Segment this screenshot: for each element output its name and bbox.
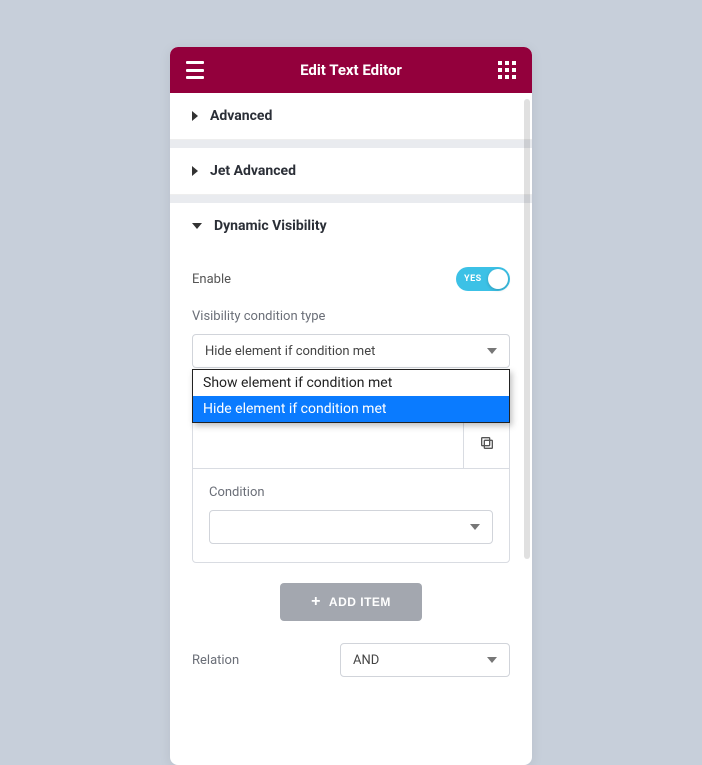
- copy-icon: [479, 435, 495, 451]
- vctype-option-show[interactable]: Show element if condition met: [193, 370, 509, 396]
- vctype-selected-text: Hide element if condition met: [205, 344, 375, 359]
- panel-header: Edit Text Editor: [170, 47, 532, 93]
- duplicate-button[interactable]: [463, 417, 509, 468]
- chevron-down-icon: [487, 657, 497, 663]
- enable-label: Enable: [192, 272, 231, 287]
- caret-right-icon: [192, 111, 198, 121]
- section-header-advanced[interactable]: Advanced: [170, 93, 532, 139]
- scrollbar[interactable]: [524, 99, 530, 559]
- plus-icon: +: [311, 594, 321, 610]
- vctype-select-wrap: Hide element if condition met Show eleme…: [192, 334, 510, 368]
- chevron-down-icon: [487, 348, 497, 354]
- vctype-select[interactable]: Hide element if condition met: [192, 334, 510, 368]
- condition-card-header: [193, 417, 509, 469]
- section-header-jet-advanced[interactable]: Jet Advanced: [170, 148, 532, 194]
- section-dynamic-visibility: Dynamic Visibility Enable YES Visibility…: [170, 203, 532, 699]
- condition-card-body: Condition: [193, 469, 509, 544]
- toggle-knob: [488, 269, 508, 289]
- section-jet-advanced: Jet Advanced: [170, 148, 532, 195]
- condition-card: Condition: [192, 416, 510, 563]
- apps-grid-icon[interactable]: [498, 61, 516, 79]
- vctype-label: Visibility condition type: [192, 309, 510, 324]
- editor-panel: Edit Text Editor Advanced Jet Advanced D…: [170, 47, 532, 765]
- toggle-yes-text: YES: [464, 274, 482, 284]
- enable-row: Enable YES: [192, 267, 510, 291]
- section-header-dynamic-visibility[interactable]: Dynamic Visibility: [170, 203, 532, 249]
- vctype-dropdown: Show element if condition met Hide eleme…: [192, 369, 510, 423]
- section-title-dynamic-visibility: Dynamic Visibility: [214, 218, 327, 234]
- section-gap: [170, 195, 532, 203]
- condition-select[interactable]: [209, 510, 493, 544]
- vctype-option-hide[interactable]: Hide element if condition met: [193, 396, 509, 422]
- add-item-label: ADD ITEM: [329, 595, 391, 609]
- relation-label: Relation: [192, 653, 239, 668]
- caret-down-icon: [192, 223, 202, 229]
- chevron-down-icon: [470, 524, 480, 530]
- hamburger-icon[interactable]: [186, 61, 204, 79]
- dynamic-visibility-body: Enable YES Visibility condition type Hid…: [170, 249, 532, 699]
- condition-label: Condition: [209, 485, 493, 500]
- section-title-advanced: Advanced: [210, 108, 272, 124]
- relation-row: Relation AND: [192, 643, 510, 677]
- section-title-jet-advanced: Jet Advanced: [210, 163, 296, 179]
- section-gap: [170, 140, 532, 148]
- add-item-button[interactable]: + ADD ITEM: [280, 583, 422, 621]
- caret-right-icon: [192, 166, 198, 176]
- panel-title: Edit Text Editor: [204, 61, 498, 79]
- relation-selected-text: AND: [353, 653, 379, 668]
- section-advanced: Advanced: [170, 93, 532, 140]
- relation-select[interactable]: AND: [340, 643, 510, 677]
- enable-toggle[interactable]: YES: [456, 267, 510, 291]
